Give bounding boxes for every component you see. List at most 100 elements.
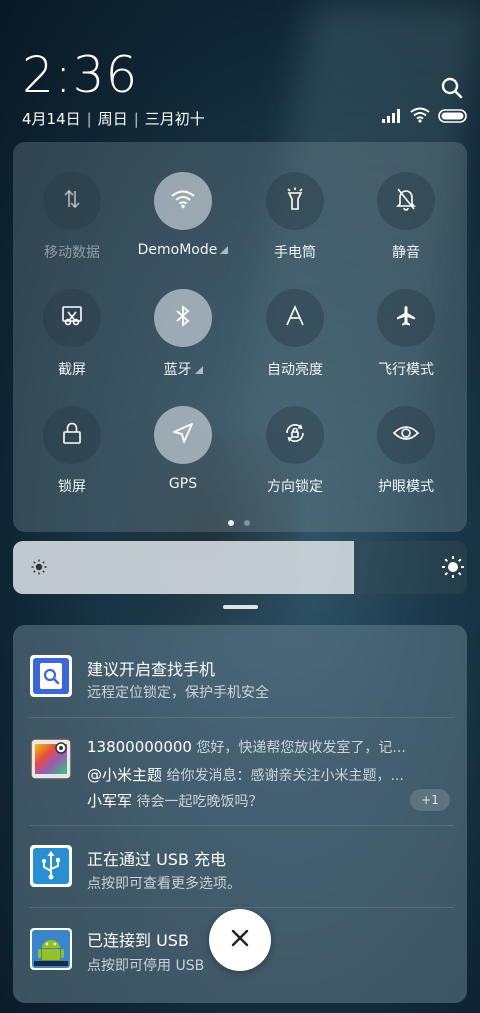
notification-subtitle: 远程定位锁定，保护手机安全	[87, 685, 269, 701]
tile-label-text: 静音	[392, 245, 420, 261]
tile-label-text: GPS	[168, 476, 198, 492]
tile-toggle-button[interactable]	[377, 172, 435, 230]
notification-find-phone[interactable]: 建议开启查找手机 远程定位锁定，保护手机安全	[13, 625, 467, 718]
tile-label-text: DemoMode	[137, 242, 218, 258]
tile-label: 静音	[351, 242, 461, 262]
tile-toggle-button[interactable]	[43, 289, 101, 347]
tile-label: 手电筒	[240, 242, 350, 262]
tile-label: 飞行模式	[351, 359, 461, 379]
search-icon[interactable]	[440, 76, 464, 100]
dropdown-indicator-icon	[220, 246, 229, 254]
close-icon	[231, 929, 249, 951]
tile-lock[interactable]: 锁屏	[17, 406, 127, 496]
tile-label-text: 自动亮度	[267, 362, 323, 378]
gps-icon	[172, 422, 194, 448]
tile-label: DemoMode	[128, 242, 238, 258]
tile-screenshot[interactable]: 截屏	[17, 289, 127, 379]
mute-bell-icon	[395, 187, 417, 215]
clock-time: 2:36	[22, 46, 139, 104]
eye-icon	[392, 423, 420, 447]
gallery-icon	[30, 738, 72, 780]
tile-label: 护眼模式	[351, 476, 461, 496]
tile-label-text: 蓝牙	[163, 362, 192, 378]
message-line: 小军军 待会一起吃晚饭吗？	[87, 790, 262, 811]
brightness-slider[interactable]	[13, 541, 467, 594]
tile-label: 方向锁定	[240, 476, 350, 496]
tile-toggle-button[interactable]	[377, 289, 435, 347]
tile-toggle-button[interactable]	[43, 406, 101, 464]
message-sender: 小军军	[87, 792, 133, 810]
drag-handle[interactable]	[223, 605, 258, 609]
wifi-icon	[170, 189, 196, 213]
separator: |	[86, 109, 92, 128]
notification-subtitle: 点按即可停用 USB	[87, 958, 205, 974]
usb-icon	[30, 845, 72, 887]
tile-label: 移动数据	[17, 242, 127, 262]
more-count-badge[interactable]: +1	[410, 789, 450, 811]
tile-toggle-button[interactable]	[266, 289, 324, 347]
auto-brightness-icon	[284, 305, 306, 331]
notification-usb-charging[interactable]: 正在通过 USB 充电 点按即可查看更多选项。	[13, 826, 467, 908]
clear-notifications-button[interactable]	[209, 909, 271, 971]
tile-label: 截屏	[17, 359, 127, 379]
tile-toggle-button[interactable]	[43, 172, 101, 230]
date-row: 4月14日 | 周日 | 三月初十	[22, 108, 205, 129]
separator: |	[133, 109, 139, 128]
screenshot-icon	[60, 305, 84, 331]
tile-label-text: 飞行模式	[378, 362, 434, 378]
tile-wifi[interactable]: DemoMode	[128, 172, 238, 258]
bluetooth-icon	[174, 304, 192, 332]
signal-icon	[382, 108, 402, 127]
page-dot	[244, 520, 250, 526]
rotation-lock-icon	[283, 421, 307, 449]
brightness-low-icon	[31, 559, 47, 579]
page-dot-active	[228, 520, 234, 526]
brightness-high-icon	[441, 555, 465, 583]
message-line: @小米主题 给你发消息：感谢亲关注小米主题，...	[87, 764, 404, 785]
weekday-text: 周日	[97, 110, 128, 128]
airplane-icon	[394, 304, 418, 332]
android-icon	[30, 928, 72, 970]
tile-label-text: 移动数据	[44, 245, 100, 261]
message-sender: 13800000000	[87, 738, 192, 756]
tile-toggle-button[interactable]	[154, 289, 212, 347]
tile-mobile-data[interactable]: 移动数据	[17, 172, 127, 262]
notification-title: 正在通过 USB 充电	[87, 850, 227, 869]
message-sender: @小米主题	[87, 766, 163, 784]
tile-gps[interactable]: GPS	[128, 406, 238, 492]
tile-toggle-button[interactable]	[154, 172, 212, 230]
tile-mute-bell[interactable]: 静音	[351, 172, 461, 262]
quick-settings-panel: 移动数据 DemoMode 手电筒 静音截屏 蓝牙 自动亮度 飞行模式锁屏 GPS 方向锁定 护眼…	[13, 142, 467, 532]
notification-subtitle: 点按即可查看更多选项。	[87, 876, 241, 892]
message-text: 给你发消息：感谢亲关注小米主题，...	[166, 768, 404, 784]
message-text: 待会一起吃晚饭吗？	[136, 794, 263, 810]
tile-bluetooth[interactable]: 蓝牙	[128, 289, 238, 379]
tile-rotation-lock[interactable]: 方向锁定	[240, 406, 350, 496]
message-text: 您好，快递帮您放收发室了，记...	[196, 740, 406, 756]
tile-label-text: 方向锁定	[267, 479, 323, 495]
dropdown-indicator-icon	[194, 366, 203, 374]
page-indicator	[228, 520, 250, 526]
tile-airplane[interactable]: 飞行模式	[351, 289, 461, 379]
tile-flashlight[interactable]: 手电筒	[240, 172, 350, 262]
tile-label: GPS	[128, 476, 238, 492]
tile-auto-brightness[interactable]: 自动亮度	[240, 289, 350, 379]
mobile-data-icon	[61, 188, 83, 214]
flashlight-icon	[284, 187, 306, 215]
status-bar-icons	[382, 107, 468, 127]
battery-icon	[438, 108, 468, 127]
date-text: 4月14日	[22, 110, 81, 128]
tile-label-text: 锁屏	[58, 479, 86, 495]
lock-icon	[61, 421, 83, 449]
tile-toggle-button[interactable]	[377, 406, 435, 464]
notification-title: 已连接到 USB	[87, 931, 189, 950]
message-line: 13800000000 您好，快递帮您放收发室了，记...	[87, 737, 406, 757]
notification-messages[interactable]: 13800000000 您好，快递帮您放收发室了，记... @小米主题 给你发消…	[13, 718, 467, 826]
tile-eye[interactable]: 护眼模式	[351, 406, 461, 496]
tile-toggle-button[interactable]	[266, 172, 324, 230]
tile-toggle-button[interactable]	[266, 406, 324, 464]
tile-label-text: 手电筒	[274, 245, 316, 261]
tile-toggle-button[interactable]	[154, 406, 212, 464]
find-phone-icon	[30, 655, 72, 697]
tile-label-text: 截屏	[58, 362, 86, 378]
